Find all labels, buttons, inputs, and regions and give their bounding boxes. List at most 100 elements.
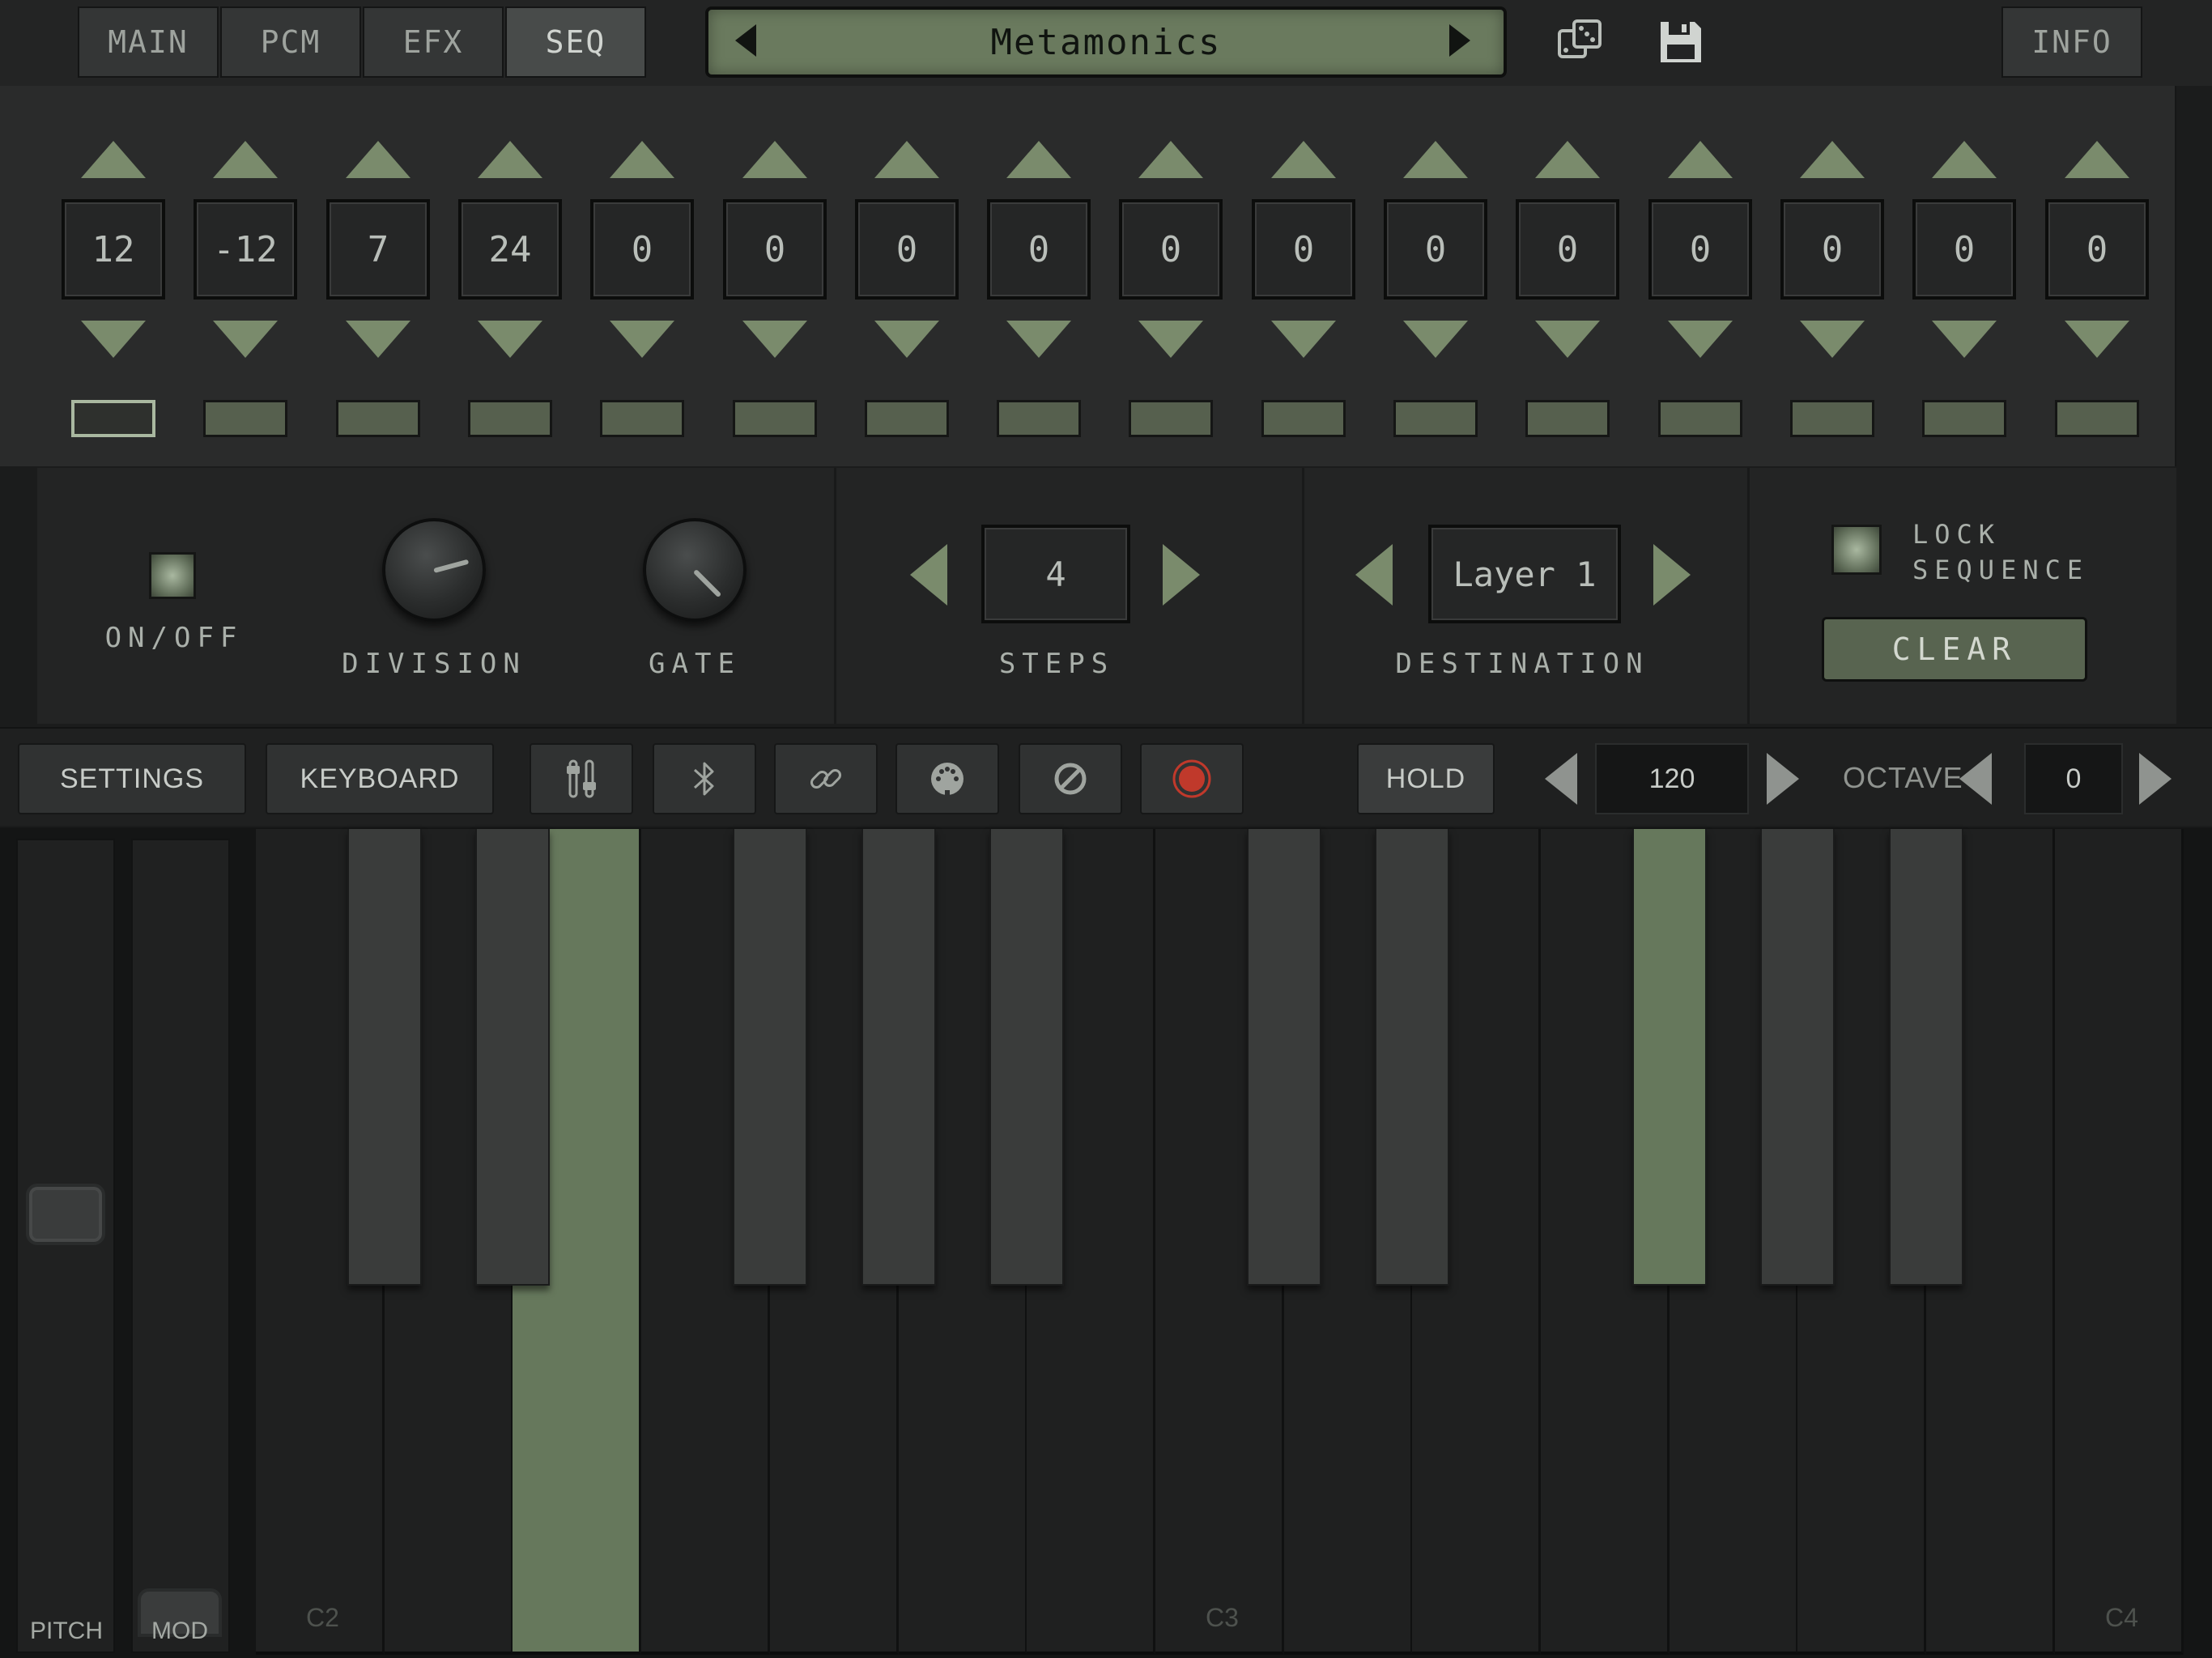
pitch-wheel-handle[interactable] (26, 1184, 105, 1245)
steps-increase-button[interactable] (1163, 544, 1200, 606)
division-knob[interactable] (382, 518, 486, 622)
destination-prev-button[interactable] (1355, 544, 1393, 606)
step-value: 12 (62, 199, 165, 300)
octave-label: OCTAVE (1843, 761, 1963, 794)
on-off-toggle[interactable] (149, 552, 196, 599)
step-indicator[interactable] (733, 400, 817, 437)
destination-next-button[interactable] (1653, 544, 1691, 606)
bluetooth-icon[interactable] (653, 743, 756, 814)
dice-icon[interactable] (1555, 16, 1606, 68)
step-down-button[interactable] (1271, 321, 1336, 358)
step-up-button[interactable] (1271, 141, 1336, 178)
step-up-button[interactable] (81, 141, 146, 178)
step-down-button[interactable] (346, 321, 410, 358)
hold-button[interactable]: HOLD (1357, 743, 1495, 814)
clear-button[interactable]: CLEAR (1822, 617, 2087, 682)
black-key[interactable] (1889, 829, 1963, 1286)
step-up-button[interactable] (478, 141, 542, 178)
tab-efx[interactable]: EFX (363, 6, 504, 78)
divider (1747, 468, 1750, 724)
step-down-button[interactable] (1668, 321, 1733, 358)
step-down-button[interactable] (1932, 321, 1997, 358)
step-down-button[interactable] (1403, 321, 1468, 358)
step-indicator[interactable] (1261, 400, 1346, 437)
step-up-button[interactable] (742, 141, 807, 178)
step-indicator[interactable] (1393, 400, 1478, 437)
white-key[interactable] (2055, 829, 2184, 1655)
step-down-button[interactable] (1800, 321, 1865, 358)
step-up-button[interactable] (213, 141, 278, 178)
tab-seq[interactable]: SEQ (505, 6, 646, 78)
step-up-button[interactable] (1006, 141, 1071, 178)
black-key[interactable] (475, 829, 550, 1286)
octave-decrease-button[interactable] (1959, 753, 1992, 805)
step-up-button[interactable] (874, 141, 939, 178)
black-key[interactable] (1760, 829, 1835, 1286)
step-down-button[interactable] (1535, 321, 1600, 358)
info-button[interactable]: INFO (2001, 6, 2142, 78)
step-indicator[interactable] (1922, 400, 2006, 437)
step-down-button[interactable] (81, 321, 146, 358)
step-indicator[interactable] (1658, 400, 1742, 437)
keyboard-button[interactable]: KEYBOARD (266, 743, 494, 814)
floppy-disk-icon[interactable] (1655, 16, 1707, 68)
octave-increase-button[interactable] (2139, 753, 2172, 805)
black-key[interactable] (861, 829, 936, 1286)
tempo-decrease-button[interactable] (1545, 753, 1577, 805)
step-up-button[interactable] (1932, 141, 1997, 178)
step-up-button[interactable] (1535, 141, 1600, 178)
tab-pcm[interactable]: PCM (220, 6, 361, 78)
steps-decrease-button[interactable] (910, 544, 947, 606)
step-down-button[interactable] (742, 321, 807, 358)
step-up-button[interactable] (346, 141, 410, 178)
tempo-increase-button[interactable] (1767, 753, 1799, 805)
step-up-button[interactable] (1138, 141, 1203, 178)
step-indicator[interactable] (203, 400, 287, 437)
preset-prev-button[interactable] (735, 24, 756, 57)
midi-port-icon[interactable] (895, 743, 999, 814)
pitch-label: PITCH (30, 1618, 103, 1644)
settings-button[interactable]: SETTINGS (18, 743, 246, 814)
black-key[interactable] (989, 829, 1064, 1286)
black-key[interactable] (733, 829, 807, 1286)
step-indicator[interactable] (71, 400, 155, 437)
step-indicator[interactable] (865, 400, 949, 437)
step-indicator[interactable] (2055, 400, 2139, 437)
step-indicator[interactable] (1129, 400, 1213, 437)
lock-sequence-toggle[interactable] (1831, 525, 1882, 575)
preset-next-button[interactable] (1449, 24, 1470, 57)
step-up-button[interactable] (1800, 141, 1865, 178)
step-up-button[interactable] (2065, 141, 2129, 178)
gate-knob[interactable] (643, 518, 747, 622)
step-indicator[interactable] (1790, 400, 1874, 437)
step-indicator[interactable] (600, 400, 684, 437)
sliders-icon[interactable] (530, 743, 633, 814)
record-icon[interactable] (1140, 743, 1244, 814)
link-icon[interactable] (774, 743, 878, 814)
preset-display[interactable]: Metamonics (705, 6, 1507, 78)
step-up-button[interactable] (1668, 141, 1733, 178)
divider (834, 468, 836, 724)
black-key[interactable] (1632, 829, 1707, 1286)
pitch-wheel[interactable] (16, 839, 115, 1653)
step-down-button[interactable] (1006, 321, 1071, 358)
mod-wheel[interactable] (131, 839, 230, 1653)
black-key[interactable] (347, 829, 422, 1286)
step-indicator[interactable] (1525, 400, 1610, 437)
step-indicator[interactable] (468, 400, 552, 437)
step-down-button[interactable] (1138, 321, 1203, 358)
step-down-button[interactable] (2065, 321, 2129, 358)
step-down-button[interactable] (478, 321, 542, 358)
step-indicator[interactable] (997, 400, 1081, 437)
black-key[interactable] (1247, 829, 1321, 1286)
tab-main[interactable]: MAIN (78, 6, 219, 78)
step-down-button[interactable] (610, 321, 674, 358)
step-down-button[interactable] (874, 321, 939, 358)
black-key[interactable] (1375, 829, 1449, 1286)
step-up-button[interactable] (1403, 141, 1468, 178)
step-indicator[interactable] (336, 400, 420, 437)
panic-stop-icon[interactable] (1019, 743, 1122, 814)
step-up-button[interactable] (610, 141, 674, 178)
step-down-button[interactable] (213, 321, 278, 358)
step-value: 0 (987, 199, 1091, 300)
